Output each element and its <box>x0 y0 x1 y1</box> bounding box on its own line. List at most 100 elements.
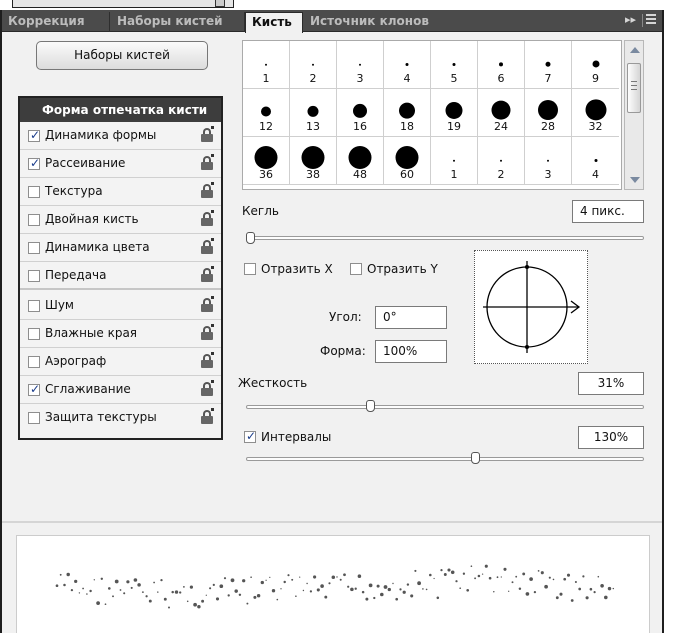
stroke-dot <box>343 573 346 577</box>
scroll-up-icon[interactable] <box>630 47 640 53</box>
stroke-dot <box>387 587 391 592</box>
option-wet-edges[interactable]: Влажные края <box>20 320 221 348</box>
noise-checkbox[interactable] <box>28 300 40 312</box>
option-label: Сглаживание <box>45 382 131 396</box>
brush-tip-cell[interactable]: 28 <box>525 89 572 137</box>
stroke-dot <box>422 588 424 590</box>
brush-tip-cell[interactable]: 9 <box>572 41 619 89</box>
spacing-slider-thumb[interactable] <box>471 452 481 464</box>
option-shape-dynamics[interactable]: Динамика формы <box>20 122 221 150</box>
spacing-slider-track[interactable] <box>246 457 644 461</box>
scroll-thumb[interactable] <box>627 63 641 113</box>
brush-tip-cell[interactable]: 4 <box>572 137 619 185</box>
option-airbrush[interactable]: Аэрограф <box>20 348 221 376</box>
brush-angle-preview[interactable] <box>474 250 588 364</box>
panel-menu-icon[interactable] <box>642 14 656 27</box>
brush-tip-cell[interactable]: 2 <box>478 137 525 185</box>
flip-y-checkbox[interactable] <box>350 263 362 275</box>
lock-icon[interactable] <box>201 324 214 340</box>
brush-tip-cell[interactable]: 7 <box>525 41 572 89</box>
spacing-checkbox[interactable] <box>244 429 256 443</box>
scattering-checkbox[interactable] <box>28 156 40 170</box>
lock-icon[interactable] <box>201 352 214 368</box>
brush-tip-cell[interactable]: 2 <box>290 41 337 89</box>
stroke-dot <box>227 594 230 597</box>
tab-brush-presets[interactable]: Наборы кистей <box>111 12 245 32</box>
lock-icon[interactable] <box>201 266 214 282</box>
option-transfer[interactable]: Передача <box>20 262 221 290</box>
stroke-dot <box>193 602 197 607</box>
option-label: Передача <box>45 268 107 282</box>
brush-tip-cell[interactable]: 3 <box>525 137 572 185</box>
brush-tip-cell[interactable]: 18 <box>384 89 431 137</box>
lock-icon[interactable] <box>201 296 214 312</box>
stroke-dot <box>66 572 70 577</box>
brush-tip-cell[interactable]: 1 <box>243 41 290 89</box>
flip-x-checkbox[interactable] <box>244 263 256 275</box>
lock-icon[interactable] <box>201 182 214 198</box>
protect-texture-checkbox[interactable] <box>28 412 40 424</box>
brush-presets-button[interactable]: Наборы кистей <box>36 41 208 70</box>
brush-tip-cell[interactable]: 1 <box>431 137 478 185</box>
option-scattering[interactable]: Рассеивание <box>20 150 221 178</box>
brush-grid-scrollbar[interactable] <box>624 40 644 190</box>
brush-tip-cell[interactable]: 38 <box>290 137 337 185</box>
tab-clone-source[interactable]: Источник клонов <box>304 12 464 32</box>
brush-tip-cell[interactable]: 32 <box>572 89 619 137</box>
collapse-panel-icon[interactable]: ▸▸ <box>625 13 636 26</box>
option-dual-brush[interactable]: Двойная кисть <box>20 206 221 234</box>
airbrush-checkbox[interactable] <box>28 356 40 368</box>
brush-tip-cell[interactable]: 13 <box>290 89 337 137</box>
brush-tip-cell[interactable]: 4 <box>384 41 431 89</box>
dual-brush-checkbox[interactable] <box>28 214 40 226</box>
option-label: Защита текстуры <box>45 410 157 424</box>
size-field[interactable]: 4 пикс. <box>572 200 644 223</box>
size-slider-thumb[interactable] <box>246 232 255 244</box>
stroke-dot <box>383 585 388 589</box>
smoothing-checkbox[interactable] <box>28 382 40 396</box>
brush-tip-cell[interactable]: 6 <box>478 41 525 89</box>
option-protect-texture[interactable]: Защита текстуры <box>20 404 221 432</box>
option-texture[interactable]: Текстура <box>20 178 221 206</box>
brush-tip-cell[interactable]: 5 <box>431 41 478 89</box>
color-dynamics-checkbox[interactable] <box>28 242 40 254</box>
brush-tip-cell[interactable]: 19 <box>431 89 478 137</box>
lock-icon[interactable] <box>201 154 214 170</box>
scroll-down-icon[interactable] <box>630 177 640 183</box>
lock-icon[interactable] <box>201 408 214 424</box>
tab-brush[interactable]: Кисть <box>245 12 303 33</box>
brush-tip-cell[interactable]: 3 <box>337 41 384 89</box>
texture-checkbox[interactable] <box>28 186 40 198</box>
option-noise[interactable]: Шум <box>20 292 221 320</box>
lock-icon[interactable] <box>201 380 214 396</box>
option-smoothing[interactable]: Сглаживание <box>20 376 221 404</box>
shape-dynamics-checkbox[interactable] <box>28 128 40 142</box>
option-brush-tip-shape[interactable]: Форма отпечатка кисти <box>20 98 221 122</box>
tab-correction[interactable]: Коррекция <box>2 12 110 32</box>
brush-tip-cell[interactable]: 16 <box>337 89 384 137</box>
hardness-field[interactable]: 31% <box>578 372 644 395</box>
stroke-dot <box>260 580 264 585</box>
brush-tip-cell[interactable]: 48 <box>337 137 384 185</box>
brush-tip-cell[interactable]: 12 <box>243 89 290 137</box>
transfer-checkbox[interactable] <box>28 270 40 282</box>
size-slider-track[interactable] <box>246 236 644 240</box>
brush-tip-cell[interactable]: 36 <box>243 137 290 185</box>
brush-tip-cell[interactable]: 24 <box>478 89 525 137</box>
lock-icon[interactable] <box>201 238 214 254</box>
lock-icon[interactable] <box>201 210 214 226</box>
spacing-field[interactable]: 130% <box>578 426 644 449</box>
brush-options-list: Форма отпечатка кисти Динамика формы Рас… <box>18 96 223 440</box>
option-color-dynamics[interactable]: Динамика цвета <box>20 234 221 262</box>
brush-tip-cell[interactable]: 60 <box>384 137 431 185</box>
previous-panel-edge <box>0 0 673 10</box>
roundness-field[interactable]: 100% <box>375 340 447 363</box>
hardness-label: Жесткость <box>238 376 308 390</box>
angle-field[interactable]: 0° <box>375 306 447 329</box>
wet-edges-checkbox[interactable] <box>28 328 40 340</box>
lock-icon[interactable] <box>201 126 214 142</box>
hardness-slider-track[interactable] <box>246 405 644 409</box>
stroke-dot <box>600 584 604 588</box>
hardness-slider-thumb[interactable] <box>366 400 376 412</box>
brush-tip-grid: 1 2 3 4 5 6 7 9 12 13 16 18 19 24 28 32 … <box>242 40 622 190</box>
